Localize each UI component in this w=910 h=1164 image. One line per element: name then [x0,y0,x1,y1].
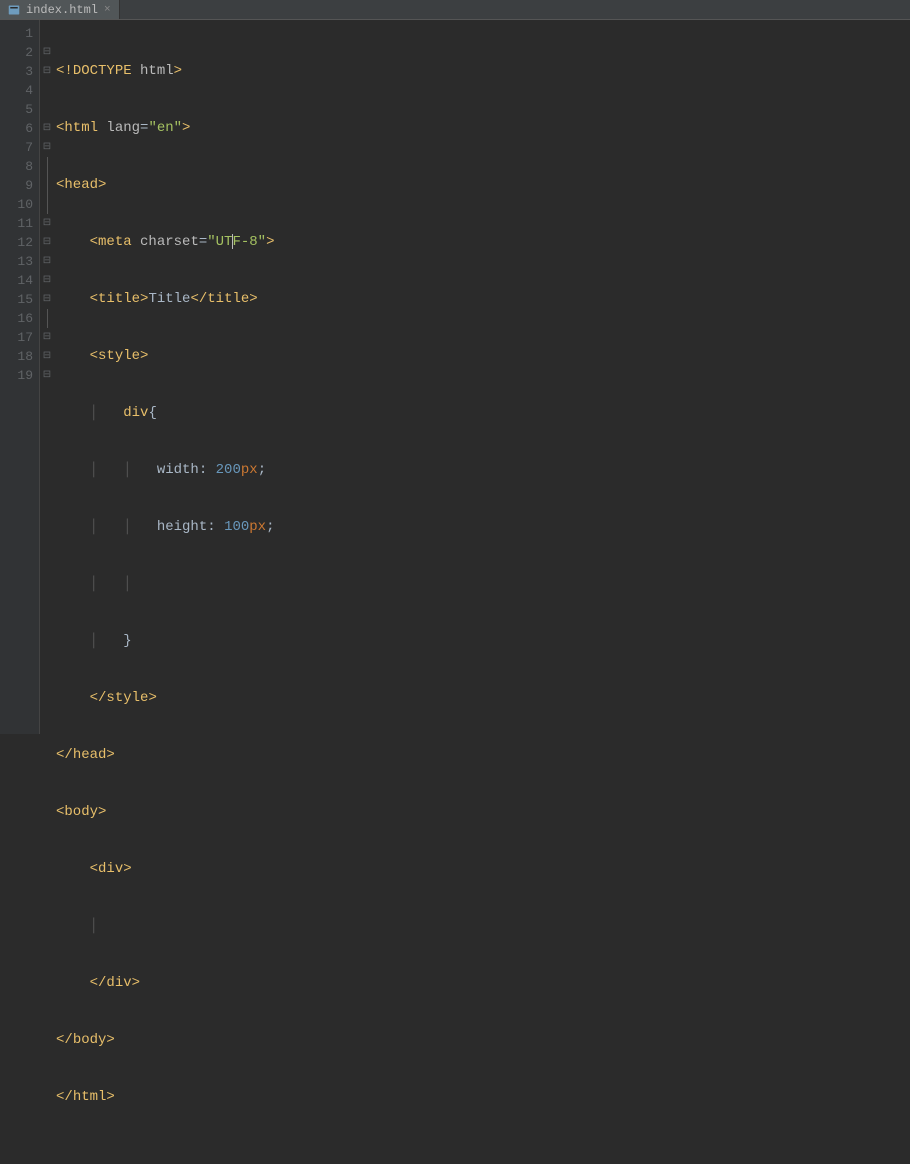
code-line: </html> [56,1088,910,1107]
code-line: </head> [56,746,910,765]
code-line: │ │ width: 200px; [56,461,910,480]
code-line: </div> [56,974,910,993]
code-line: <div> [56,860,910,879]
line-number: 18 [0,347,33,366]
fold-toggle-icon[interactable]: ⊟ [40,119,54,138]
line-number: 12 [0,233,33,252]
fold-toggle-icon[interactable]: ⊟ [40,138,54,157]
line-number: 16 [0,309,33,328]
code-line: </body> [56,1031,910,1050]
line-number: 9 [0,176,33,195]
text-cursor-icon [232,234,233,249]
fold-end-icon: ⊟ [40,233,54,252]
line-number: 14 [0,271,33,290]
line-number: 5 [0,100,33,119]
file-tab[interactable]: index.html × [0,0,120,19]
line-number: 1 [0,24,33,43]
fold-toggle-icon[interactable]: ⊟ [40,43,54,62]
code-line: </style> [56,689,910,708]
code-line: <style> [56,347,910,366]
fold-end-icon: ⊟ [40,328,54,347]
line-number: 19 [0,366,33,385]
fold-end-icon: ⊟ [40,347,54,366]
line-number: 10 [0,195,33,214]
line-number: 4 [0,81,33,100]
fold-toggle-icon[interactable]: ⊟ [40,62,54,81]
line-number: 2 [0,43,33,62]
html-file-icon [8,4,20,16]
code-line: │ │ [56,575,910,594]
code-editor[interactable]: 1 2 3 4 5 6 7 8 9 10 11 12 13 14 15 16 1… [0,20,910,734]
code-line: │ } [56,632,910,651]
line-number-gutter: 1 2 3 4 5 6 7 8 9 10 11 12 13 14 15 16 1… [0,20,40,734]
code-line: <meta charset="UTF-8"> [56,233,910,252]
code-line: <!DOCTYPE html> [56,62,910,81]
code-line: │ div{ [56,404,910,423]
line-number: 11 [0,214,33,233]
fold-end-icon: ⊟ [40,214,54,233]
line-number: 15 [0,290,33,309]
code-line: <title>Title</title> [56,290,910,309]
code-area[interactable]: <!DOCTYPE html> <html lang="en"> <head> … [54,20,910,734]
line-number: 13 [0,252,33,271]
close-icon[interactable]: × [104,4,111,16]
code-line: │ [56,917,910,936]
line-number: 7 [0,138,33,157]
fold-toggle-icon[interactable]: ⊟ [40,290,54,309]
line-number: 8 [0,157,33,176]
line-number: 3 [0,62,33,81]
fold-column: ⊟ ⊟ ⊟ ⊟ ⊟ ⊟ ⊟ ⊟ ⊟ ⊟ ⊟ ⊟ [40,20,54,734]
fold-end-icon: ⊟ [40,366,54,385]
fold-end-icon: ⊟ [40,252,54,271]
code-line: <head> [56,176,910,195]
tab-bar: index.html × [0,0,910,20]
code-line: │ │ height: 100px; [56,518,910,537]
code-line: <html lang="en"> [56,119,910,138]
fold-toggle-icon[interactable]: ⊟ [40,271,54,290]
code-line: <body> [56,803,910,822]
line-number: 17 [0,328,33,347]
tab-filename: index.html [26,3,98,17]
line-number: 6 [0,119,33,138]
